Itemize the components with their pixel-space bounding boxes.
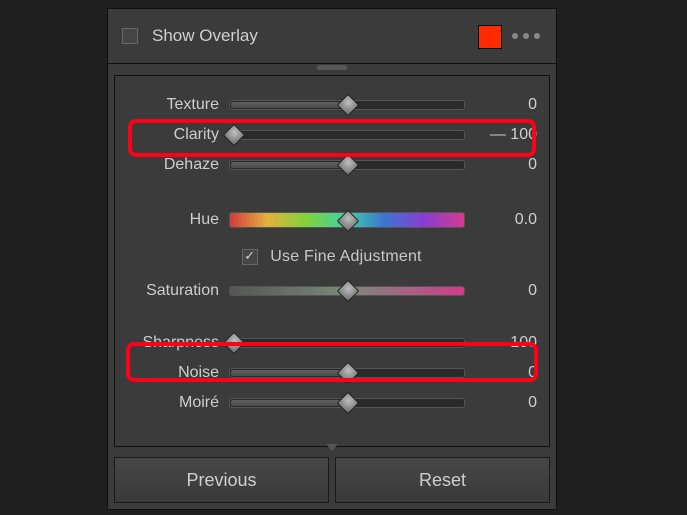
hue-label: Hue (115, 211, 229, 229)
hue-slider[interactable] (229, 212, 465, 228)
moire-value: 0 (477, 394, 537, 412)
panel-topbar: Show Overlay (108, 9, 556, 64)
noise-label: Noise (115, 364, 229, 382)
moire-label: Moiré (115, 394, 229, 412)
dehaze-label: Dehaze (115, 156, 229, 174)
fine-adjustment-row: Use Fine Adjustment (115, 238, 549, 276)
saturation-value: 0 (477, 282, 537, 300)
hue-row: Hue 0.0 (115, 202, 549, 238)
overlay-color-swatch[interactable] (478, 25, 502, 49)
noise-slider[interactable] (229, 368, 465, 378)
hue-value: 0.0 (477, 211, 537, 229)
show-overlay-label: Show Overlay (152, 26, 258, 46)
clarity-label: Clarity (115, 126, 229, 144)
noise-row: Noise 0 (115, 358, 549, 388)
adjustment-panel: Show Overlay Texture 0 Clarity — 100 Deh… (107, 8, 557, 510)
texture-value: 0 (477, 96, 537, 114)
texture-slider[interactable] (229, 100, 465, 110)
texture-label: Texture (115, 96, 229, 114)
show-overlay-checkbox[interactable] (122, 28, 138, 44)
saturation-label: Saturation (115, 282, 229, 300)
reset-button[interactable]: Reset (335, 457, 550, 503)
sharpness-row: Sharpness — 100 (115, 328, 549, 358)
moire-slider[interactable] (229, 398, 465, 408)
sharpness-value: — 100 (477, 334, 537, 352)
clarity-value: — 100 (477, 126, 537, 144)
clarity-slider[interactable] (229, 130, 465, 140)
dehaze-value: 0 (477, 156, 537, 174)
footer-buttons: Previous Reset (114, 457, 550, 503)
dehaze-slider[interactable] (229, 160, 465, 170)
fine-adjustment-label: Use Fine Adjustment (270, 248, 421, 266)
fine-adjustment-checkbox[interactable] (242, 249, 258, 265)
moire-row: Moiré 0 (115, 388, 549, 418)
saturation-slider[interactable] (229, 286, 465, 296)
panel-grip-icon[interactable] (317, 65, 347, 70)
dehaze-row: Dehaze 0 (115, 150, 549, 180)
texture-row: Texture 0 (115, 90, 549, 120)
noise-value: 0 (477, 364, 537, 382)
expand-down-icon[interactable] (326, 444, 338, 451)
slider-body: Texture 0 Clarity — 100 Dehaze 0 Hue (114, 75, 550, 447)
previous-button[interactable]: Previous (114, 457, 329, 503)
sharpness-slider[interactable] (229, 338, 465, 348)
sharpness-label: Sharpness (115, 334, 229, 352)
clarity-row: Clarity — 100 (115, 120, 549, 150)
saturation-row: Saturation 0 (115, 276, 549, 306)
more-options-icon[interactable] (512, 25, 540, 47)
